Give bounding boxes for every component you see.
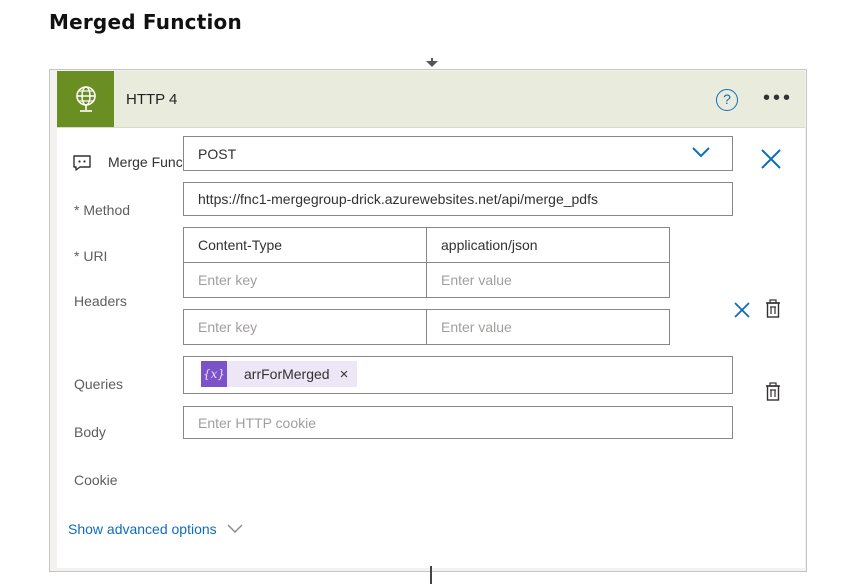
uri-value: https://fnc1-mergegroup-drick.azurewebsi… (198, 191, 598, 207)
header-key-field[interactable]: Content-Type (183, 227, 427, 263)
queries-label: Queries (74, 376, 124, 392)
expression-icon: {x} (201, 361, 227, 387)
cookie-label: Cookie (74, 472, 118, 488)
action-icon-box (57, 71, 114, 127)
chevron-down-icon (227, 524, 243, 533)
header-value-placeholder: Enter value (441, 272, 512, 288)
close-icon[interactable] (760, 148, 782, 170)
remove-token-icon[interactable]: × (330, 366, 358, 383)
connector-arrow-icon (426, 58, 438, 67)
show-advanced-options-link[interactable]: Show advanced options (68, 521, 243, 537)
query-value-field[interactable]: Enter value (426, 309, 670, 345)
body-label: Body (74, 424, 106, 440)
cookie-field[interactable]: Enter HTTP cookie (183, 406, 733, 439)
uri-field[interactable]: https://fnc1-mergegroup-drick.azurewebsi… (183, 182, 733, 216)
body-token-label: arrForMerged (244, 366, 330, 382)
more-options-icon[interactable]: ••• (763, 87, 793, 110)
header-key-value: Content-Type (198, 237, 283, 253)
method-label: * Method (74, 202, 131, 218)
uri-label: * URI (74, 248, 108, 264)
page-title: Merged Function (49, 10, 242, 34)
action-title[interactable]: HTTP 4 (126, 91, 177, 108)
query-key-field[interactable]: Enter key (183, 309, 427, 345)
headers-label: Headers (74, 293, 127, 309)
globe-icon (75, 86, 96, 112)
trash-icon[interactable] (764, 299, 782, 319)
action-header[interactable]: HTTP 4 ? ••• (57, 71, 805, 128)
action-body: Merge Function * Method POST * URI https… (57, 128, 805, 568)
query-value-placeholder: Enter value (441, 319, 512, 335)
chevron-down-icon (692, 147, 710, 158)
http-action-card: HTTP 4 ? ••• Merge Function * Method POS… (49, 69, 807, 572)
method-dropdown[interactable]: POST (183, 136, 733, 171)
method-value: POST (198, 145, 237, 162)
header-value-value: application/json (441, 237, 538, 253)
connector-line (430, 566, 432, 584)
trash-icon[interactable] (764, 382, 782, 402)
header-new-value-field[interactable]: Enter value (426, 262, 670, 298)
header-new-key-field[interactable]: Enter key (183, 262, 427, 298)
cookie-placeholder: Enter HTTP cookie (198, 414, 317, 431)
help-icon[interactable]: ? (716, 89, 738, 111)
body-field[interactable]: {x} arrForMerged × (183, 356, 733, 394)
header-key-placeholder: Enter key (198, 272, 258, 288)
advanced-link-label: Show advanced options (68, 521, 217, 537)
remove-header-icon[interactable] (734, 302, 750, 318)
comment-icon (73, 155, 91, 171)
body-token[interactable]: {x} arrForMerged × (201, 361, 358, 387)
header-value-field[interactable]: application/json (426, 227, 670, 263)
query-key-placeholder: Enter key (198, 319, 258, 335)
